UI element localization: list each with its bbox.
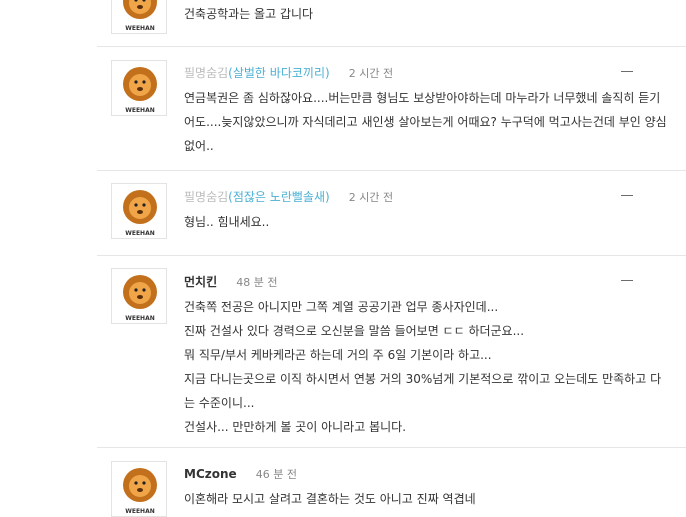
comment-body: 형님.. 힘내세요..: [184, 210, 686, 234]
lion-avatar-icon[interactable]: WEEHAN: [111, 0, 167, 34]
comment-time: 48 분 전: [236, 276, 278, 289]
svg-text:WEEHAN: WEEHAN: [125, 315, 155, 322]
comment-line: 는 수준이니...: [184, 396, 255, 410]
lion-avatar-icon[interactable]: WEEHAN: [111, 183, 167, 239]
author-name[interactable]: 필명숨김: [184, 66, 228, 80]
comment-line: 연금복권은 좀 심하잖아요....버는만큼 형님도 보상받아야하는데 마누라가 …: [184, 91, 661, 105]
comment-body: 이혼해라 모시고 살려고 결혼하는 것도 아니고 진짜 역겹네: [184, 487, 686, 511]
author-name[interactable]: MCzone: [184, 467, 237, 481]
comment-line: 없어..: [184, 139, 214, 153]
svg-text:WEEHAN: WEEHAN: [125, 107, 155, 114]
comment-header: 필명숨김(점잖은 노란뻘솔새) 2 시간 전: [184, 186, 394, 204]
dash-menu-icon[interactable]: [621, 280, 633, 281]
comment-line: 어도....늦지않았으니까 자식데리고 새인생 살아보는게 어때요? 누구덕에 …: [184, 115, 667, 129]
comment-item: WEEHAN 필명숨김(살벌한 바다코끼리) 2 시간 전 연금복권은 좀 심하…: [97, 47, 686, 170]
lion-avatar-icon[interactable]: WEEHAN: [111, 60, 167, 116]
dash-menu-icon[interactable]: [621, 195, 633, 196]
comment-time: 2 시간 전: [348, 67, 394, 80]
comment-item: WEEHAN 필명숨김(점잖은 노란뻘솔새) 2 시간 전 형님.. 힘내세요.…: [97, 171, 686, 255]
svg-text:WEEHAN: WEEHAN: [125, 25, 155, 32]
comment-line: 건설사... 만만하게 볼 곳이 아니라고 봅니다.: [184, 420, 407, 434]
comment-line: 뭐 직무/부서 케바케라곤 하는데 거의 주 6일 기본이라 하고...: [184, 348, 492, 362]
comment-header: 필명숨김(살벌한 바다코끼리) 2 시간 전: [184, 62, 394, 80]
comment-line: 건축쪽 전공은 아니지만 그쪽 계열 공공기관 업무 종사자인데...: [184, 300, 499, 314]
lion-avatar-icon[interactable]: WEEHAN: [111, 268, 167, 324]
comment-time: 46 분 전: [255, 468, 297, 481]
lion-avatar-icon[interactable]: WEEHAN: [111, 461, 167, 517]
comment-line: 형님.. 힘내세요..: [184, 215, 270, 229]
svg-text:WEEHAN: WEEHAN: [125, 508, 155, 515]
comment-time: 2 시간 전: [348, 191, 394, 204]
comment-body: 건축쪽 전공은 아니지만 그쪽 계열 공공기관 업무 종사자인데... 진짜 건…: [184, 295, 686, 439]
comment-body: 건축공학과는 올고 갑니다: [184, 2, 686, 26]
comment-line: 진짜 건설사 있다 경력으로 오신분을 말씀 들어보면 ㄷㄷ 하더군요...: [184, 324, 525, 338]
comment-line: 건축공학과는 올고 갑니다: [184, 7, 314, 21]
author-name[interactable]: 먼치킨: [184, 275, 217, 289]
comment-item: WEEHAN 먼치킨 48 분 전 건축쪽 전공은 아니지만 그쪽 계열 공공기…: [97, 256, 686, 447]
svg-text:WEEHAN: WEEHAN: [125, 230, 155, 237]
author-nickname[interactable]: (살벌한 바다코끼리): [228, 66, 330, 80]
dash-menu-icon[interactable]: [621, 71, 633, 72]
comment-header: 먼치킨 48 분 전: [184, 271, 278, 289]
comment-body: 연금복권은 좀 심하잖아요....버는만큼 형님도 보상받아야하는데 마누라가 …: [184, 86, 686, 158]
comment-line: 이혼해라 모시고 살려고 결혼하는 것도 아니고 진짜 역겹네: [184, 492, 476, 506]
comment-item: WEEHAN MCzone 46 분 전 이혼해라 모시고 살려고 결혼하는 것…: [97, 448, 686, 517]
comment-header: MCzone 46 분 전: [184, 463, 297, 481]
author-nickname[interactable]: (점잖은 노란뻘솔새): [228, 190, 330, 204]
comment-item: WEEHAN 건축공학과는 올고 갑니다: [97, 0, 686, 46]
comment-line: 지금 다니는곳으로 이직 하시면서 연봉 거의 30%넘게 기본적으로 깎이고 …: [184, 372, 662, 386]
author-name[interactable]: 필명숨김: [184, 190, 228, 204]
